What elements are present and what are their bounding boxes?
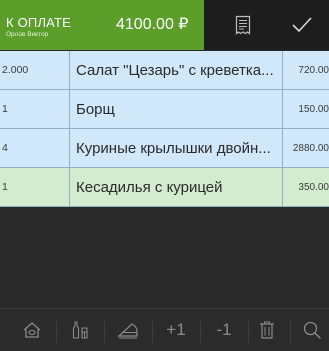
confirm-button[interactable] bbox=[275, 0, 329, 50]
minus-one-button[interactable]: -1 bbox=[204, 309, 244, 351]
toolbar-divider bbox=[104, 321, 105, 343]
item-name-text: Салат "Цезарь" с креветка... bbox=[76, 61, 274, 79]
item-name: Борщ bbox=[70, 90, 283, 128]
toolbar-divider bbox=[200, 321, 201, 343]
search-icon bbox=[303, 321, 321, 339]
item-name-text: Куриные крылышки двойн... bbox=[76, 139, 271, 157]
receipt-icon bbox=[235, 15, 251, 35]
item-qty: 1 bbox=[0, 90, 70, 128]
toolbar-divider bbox=[290, 321, 291, 343]
item-sum: 2880.00 bbox=[292, 142, 329, 154]
item-name-text: Борщ bbox=[76, 100, 115, 118]
total-amount: 4100.00 ₽ bbox=[116, 16, 189, 33]
cake-slice-icon bbox=[117, 323, 138, 339]
order-table: 2.000 Салат "Цезарь" с креветка... 720.0… bbox=[0, 51, 329, 207]
order-row-selected[interactable]: 1 Кесадилья с курицей 350.00 bbox=[0, 168, 329, 207]
pay-button[interactable]: К ОПЛАТЕ Орлов Виктор 4100.00 ₽ bbox=[0, 0, 204, 50]
order-row[interactable]: 4 Куриные крылышки двойн... 2880.00 bbox=[0, 129, 329, 168]
home-icon bbox=[23, 322, 41, 338]
item-sum: 150.00 bbox=[298, 103, 329, 115]
item-name-text: Кесадилья с курицей bbox=[76, 178, 223, 196]
item-qty: 4 bbox=[0, 129, 70, 167]
top-bar: К ОПЛАТЕ Орлов Виктор 4100.00 ₽ bbox=[0, 0, 329, 50]
order-row[interactable]: 1 Борщ 150.00 bbox=[0, 90, 329, 129]
plus-one-button[interactable]: +1 bbox=[156, 309, 196, 351]
item-qty: 2.000 bbox=[0, 51, 70, 89]
search-button[interactable] bbox=[292, 309, 329, 351]
bottles-icon bbox=[72, 321, 88, 339]
drinks-button[interactable] bbox=[60, 309, 100, 351]
item-name: Кесадилья с курицей bbox=[70, 168, 283, 206]
delete-button[interactable] bbox=[247, 309, 287, 351]
pay-title: К ОПЛАТЕ bbox=[6, 15, 72, 30]
checkmark-icon bbox=[292, 17, 312, 33]
item-sum: 350.00 bbox=[298, 181, 329, 193]
waiter-name: Орлов Виктор bbox=[6, 31, 49, 38]
item-name: Салат "Цезарь" с креветка... bbox=[70, 51, 283, 89]
bottom-toolbar: +1 -1 bbox=[0, 308, 329, 351]
trash-icon bbox=[260, 321, 274, 339]
item-qty: 1 bbox=[0, 168, 70, 206]
toolbar-divider bbox=[56, 321, 57, 343]
item-name: Куриные крылышки двойн... bbox=[70, 129, 283, 167]
item-sum: 720.00 bbox=[298, 64, 329, 76]
receipt-button[interactable] bbox=[216, 0, 270, 50]
home-button[interactable] bbox=[12, 309, 52, 351]
toolbar-divider bbox=[152, 321, 153, 343]
dessert-button[interactable] bbox=[108, 309, 148, 351]
order-row[interactable]: 2.000 Салат "Цезарь" с креветка... 720.0… bbox=[0, 51, 329, 90]
